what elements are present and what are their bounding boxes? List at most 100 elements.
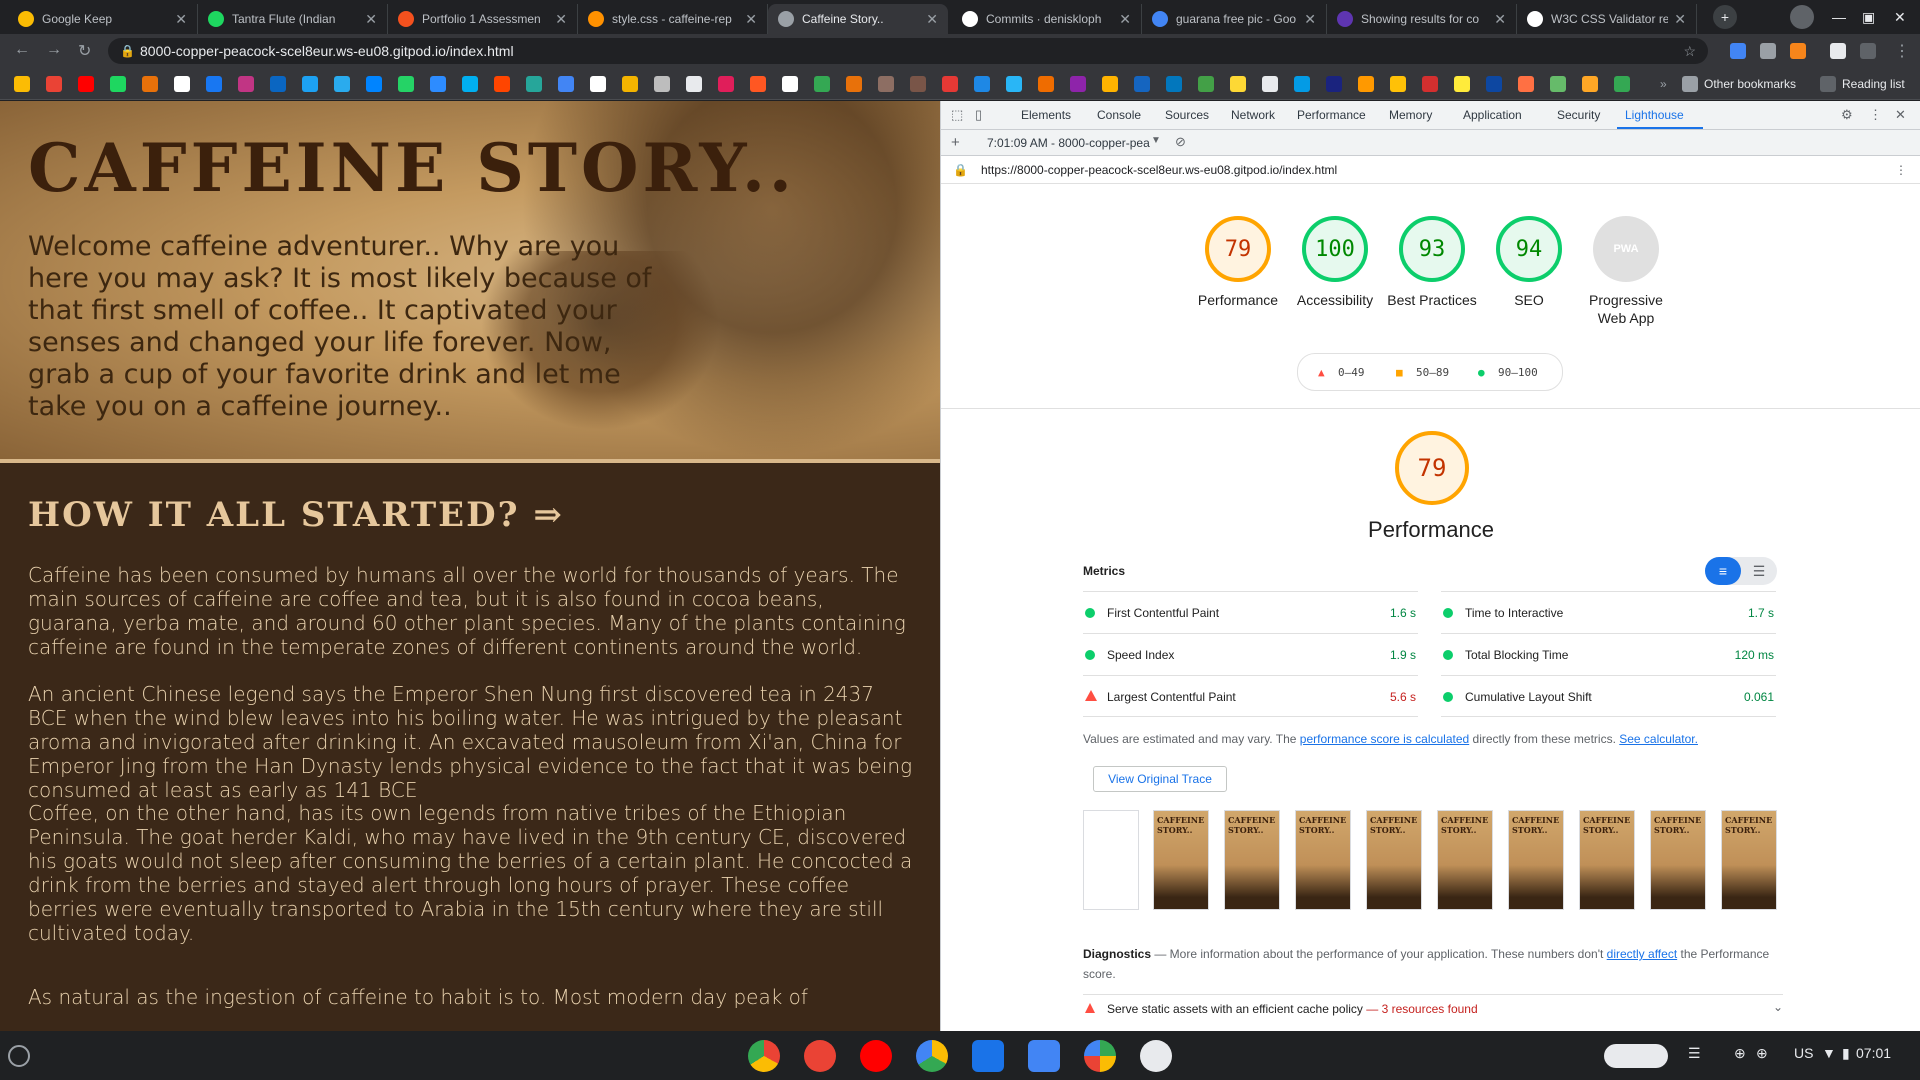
bookmark-icon[interactable]	[1294, 76, 1310, 92]
more-bookmarks-icon[interactable]: »	[1660, 77, 1667, 91]
tab-google-keep[interactable]: Google Keep ✕	[8, 4, 198, 34]
bookmark-icon[interactable]	[1006, 76, 1022, 92]
files-icon[interactable]	[972, 1040, 1004, 1072]
tab-memory[interactable]: Memory	[1389, 108, 1432, 122]
google-drive-icon[interactable]	[916, 1040, 948, 1072]
calculator-link[interactable]: See calculator.	[1619, 732, 1698, 746]
clear-icon[interactable]: ⊘	[1175, 134, 1186, 150]
report-selector[interactable]: 7:01:09 AM - 8000-copper-pea	[987, 136, 1150, 150]
bookmark-icon[interactable]	[558, 76, 574, 92]
extension-icon[interactable]	[1760, 43, 1776, 59]
skype-icon[interactable]	[462, 76, 478, 92]
messenger-icon[interactable]	[366, 76, 382, 92]
bookmark-icon[interactable]	[1038, 76, 1054, 92]
back-icon[interactable]: ←	[14, 41, 30, 59]
close-icon[interactable]: ✕	[926, 11, 938, 28]
bookmark-icon[interactable]	[622, 76, 638, 92]
tab-elements[interactable]: Elements	[1021, 108, 1071, 122]
device-toolbar-icon[interactable]: ▯	[975, 107, 982, 123]
extension-icon[interactable]	[1730, 43, 1746, 59]
close-icon[interactable]: ✕	[1119, 11, 1131, 28]
bookmark-icon[interactable]	[814, 76, 830, 92]
new-report-icon[interactable]: +	[951, 134, 960, 151]
bookmark-icon[interactable]	[1198, 76, 1214, 92]
chrome-icon[interactable]	[748, 1040, 780, 1072]
score-gauge-accessibility[interactable]: 100	[1302, 216, 1368, 282]
bookmark-icon[interactable]	[142, 76, 158, 92]
score-gauge-best-practices[interactable]: 93	[1399, 216, 1465, 282]
emoji-icon[interactable]	[1140, 1040, 1172, 1072]
bookmark-icon[interactable]	[686, 76, 702, 92]
reading-list[interactable]: Reading list	[1842, 77, 1905, 91]
whatsapp-icon[interactable]	[398, 76, 414, 92]
google-drive-icon[interactable]	[14, 76, 30, 92]
tab-w3c-validator[interactable]: W3C CSS Validator res ✕	[1517, 4, 1697, 34]
tab-commits[interactable]: Commits · deniskloph ✕	[952, 4, 1142, 34]
slack-icon[interactable]	[718, 76, 734, 92]
score-gauge-pwa[interactable]: PWA	[1593, 216, 1659, 282]
tab-showing-results[interactable]: Showing results for co ✕	[1327, 4, 1517, 34]
tab-sources[interactable]: Sources	[1165, 108, 1209, 122]
puzzle-icon[interactable]	[1860, 43, 1876, 59]
bookmark-icon[interactable]	[1454, 76, 1470, 92]
reload-icon[interactable]: ↻	[78, 41, 91, 61]
more-icon[interactable]: ⋮	[1869, 107, 1882, 123]
bookmark-icon[interactable]	[654, 76, 670, 92]
address-bar[interactable]: 🔒 8000-copper-peacock-scel8eur.ws-eu08.g…	[108, 38, 1708, 64]
youtube-icon[interactable]	[78, 76, 94, 92]
tray-status-icon[interactable]: ⊕	[1734, 1045, 1746, 1062]
tab-performance[interactable]: Performance	[1297, 108, 1366, 122]
bookmark-icon[interactable]	[750, 76, 766, 92]
metrics-view-toggle[interactable]: ≡ ☰	[1705, 557, 1777, 585]
audit-cache-policy[interactable]: Serve static assets with an efficient ca…	[1083, 994, 1783, 1020]
bookmark-icon[interactable]	[526, 76, 542, 92]
gmail-icon[interactable]	[46, 76, 62, 92]
bookmark-icon[interactable]	[1070, 76, 1086, 92]
gear-icon[interactable]: ⚙	[1841, 107, 1853, 123]
tab-console[interactable]: Console	[1097, 108, 1141, 122]
youtube-icon[interactable]	[860, 1040, 892, 1072]
tab-caffeine-story[interactable]: Caffeine Story.. ✕	[768, 4, 948, 34]
bookmark-icon[interactable]	[1166, 76, 1182, 92]
tab-tantra-flute[interactable]: Tantra Flute (Indian ✕	[198, 4, 388, 34]
telegram-icon[interactable]	[334, 76, 350, 92]
score-gauge-performance[interactable]: 79	[1205, 216, 1271, 282]
close-icon[interactable]: ✕	[1674, 11, 1686, 28]
bookmark-icon[interactable]	[1326, 76, 1342, 92]
chevron-down-icon[interactable]: ▼	[1151, 135, 1161, 146]
bookmark-icon[interactable]	[878, 76, 894, 92]
bookmark-icon[interactable]	[1486, 76, 1502, 92]
bookmark-icon[interactable]	[974, 76, 990, 92]
bookmark-icon[interactable]	[1390, 76, 1406, 92]
pen-icon[interactable]	[1830, 43, 1846, 59]
close-icon[interactable]: ✕	[1494, 11, 1506, 28]
more-icon[interactable]: ⋮	[1895, 156, 1907, 184]
spotify-icon[interactable]	[110, 76, 126, 92]
close-window-button[interactable]: ✕	[1894, 0, 1906, 34]
linkedin-icon[interactable]	[270, 76, 286, 92]
bookmark-icon[interactable]	[782, 76, 798, 92]
stylus-tray[interactable]	[1604, 1044, 1668, 1068]
bookmark-icon[interactable]	[1102, 76, 1118, 92]
tray-add-icon[interactable]: ⊕	[1756, 1045, 1768, 1062]
maximize-button[interactable]: ▣	[1862, 0, 1875, 34]
collapsed-view-icon[interactable]: ≡	[1705, 557, 1741, 585]
close-icon[interactable]: ✕	[1304, 11, 1316, 28]
close-icon[interactable]: ✕	[745, 11, 757, 28]
profile-button[interactable]	[1790, 0, 1814, 34]
menu-dots-icon[interactable]: ⋮	[1894, 41, 1910, 61]
new-tab-button[interactable]: +	[1713, 0, 1737, 34]
score-gauge-seo[interactable]: 94	[1496, 216, 1562, 282]
gmail-icon[interactable]	[804, 1040, 836, 1072]
reddit-icon[interactable]	[494, 76, 510, 92]
instagram-icon[interactable]	[238, 76, 254, 92]
tab-network[interactable]: Network	[1231, 108, 1275, 122]
close-icon[interactable]: ✕	[1895, 107, 1906, 123]
metamask-icon[interactable]	[1790, 43, 1806, 59]
bookmark-icon[interactable]	[846, 76, 862, 92]
play-store-icon[interactable]	[1084, 1040, 1116, 1072]
close-icon[interactable]: ✕	[555, 11, 567, 28]
tab-lighthouse[interactable]: Lighthouse	[1625, 108, 1684, 122]
forward-icon[interactable]: →	[46, 41, 62, 59]
close-icon[interactable]: ✕	[175, 11, 187, 28]
